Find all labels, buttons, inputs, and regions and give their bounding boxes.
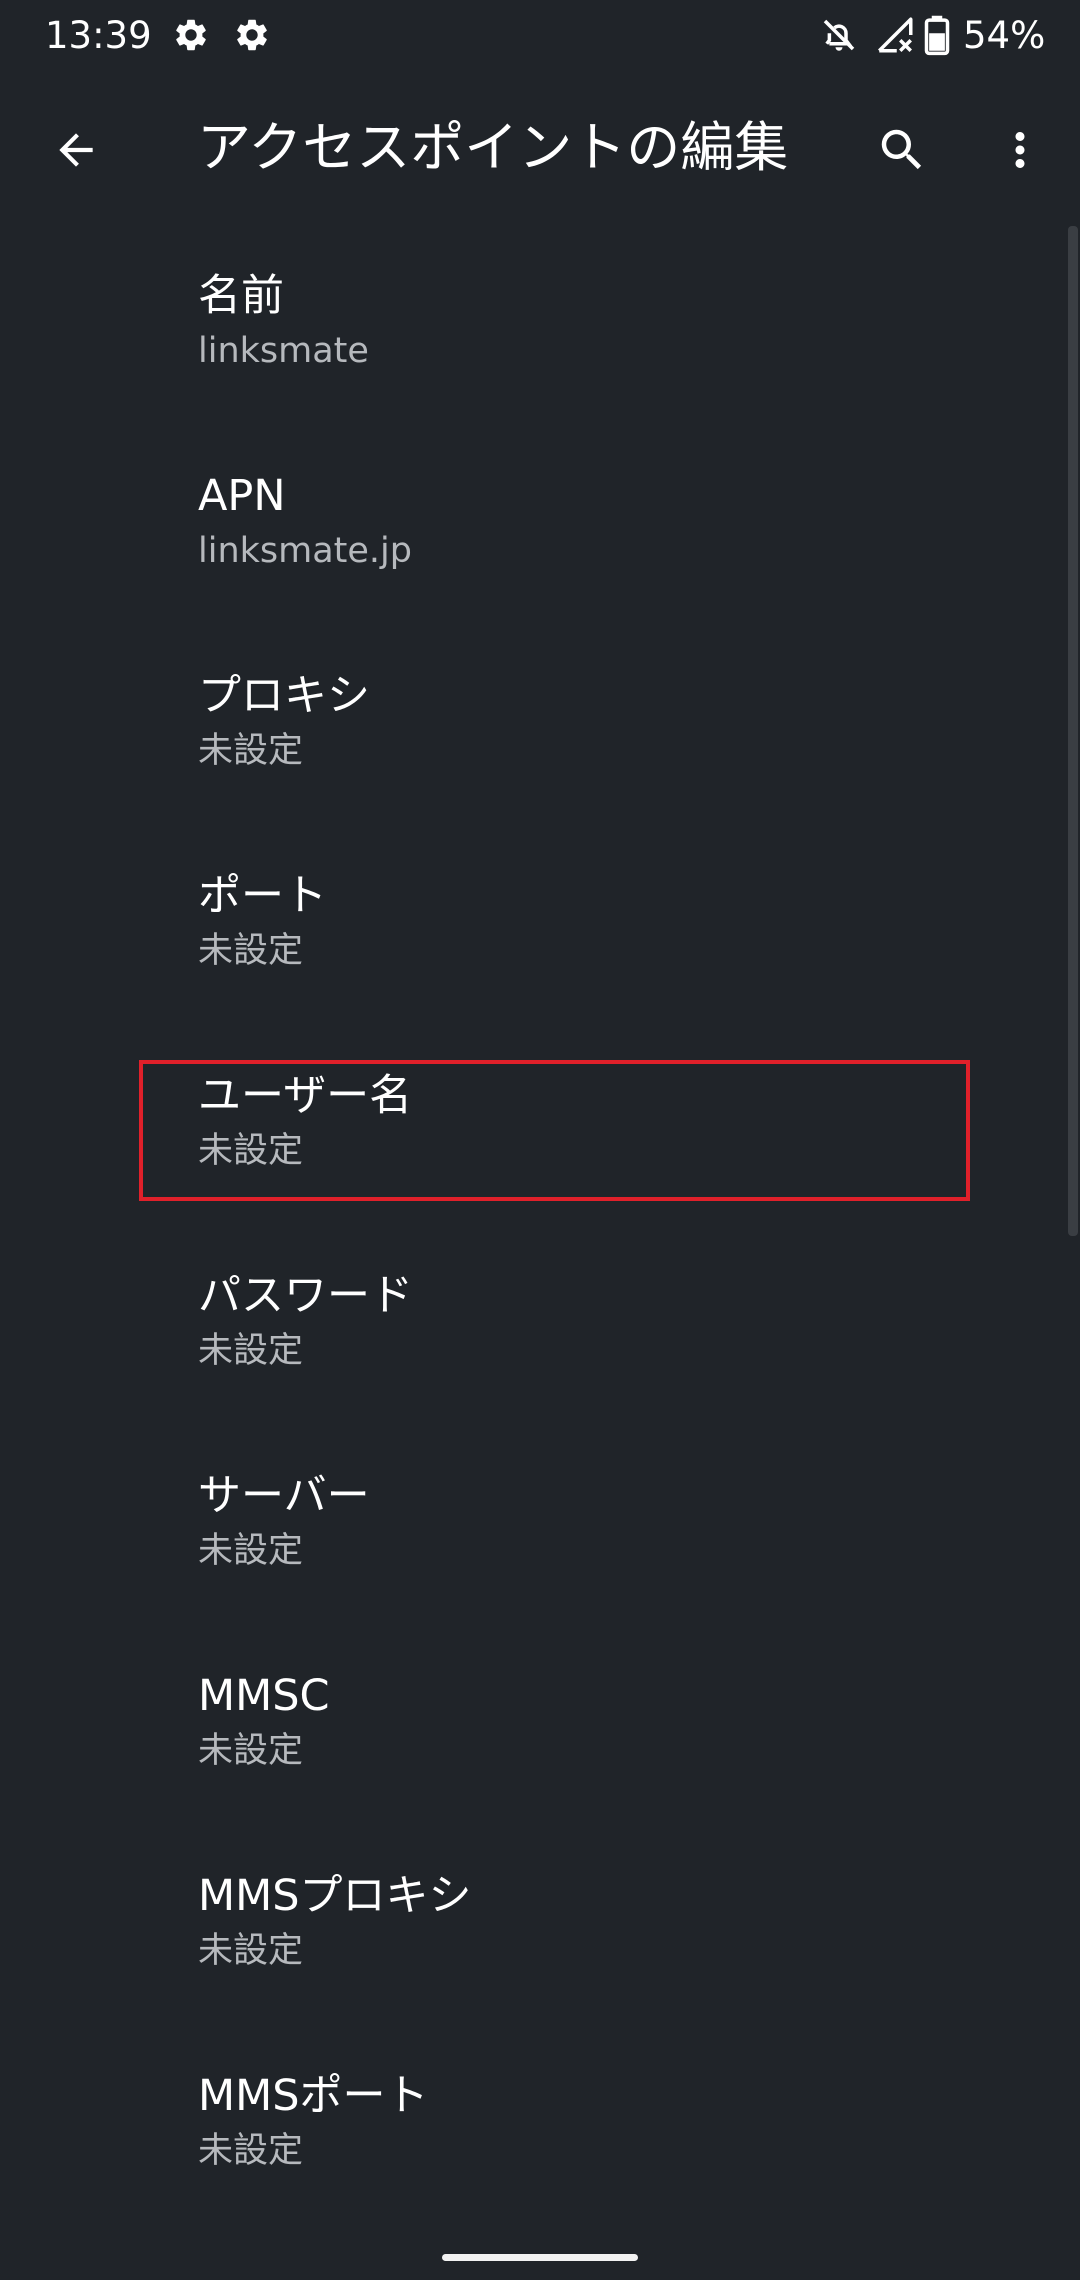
apn-settings-list: 名前 linksmate APN linksmate.jp プロキシ 未設定 ポ…	[0, 224, 1080, 2224]
pref-summary: 未設定	[198, 1931, 304, 1971]
pref-title: 名前	[198, 271, 284, 321]
pref-port[interactable]: ポート 未設定	[0, 824, 1070, 1024]
pref-proxy[interactable]: プロキシ 未設定	[0, 624, 1070, 824]
pref-title: ポート	[198, 871, 327, 921]
pref-password[interactable]: パスワード 未設定	[0, 1224, 1070, 1424]
gear-icon	[172, 16, 210, 54]
pref-summary: 未設定	[198, 931, 304, 971]
gesture-nav-handle[interactable]	[442, 2254, 638, 2261]
battery-icon	[920, 14, 954, 56]
more-options-button[interactable]	[978, 110, 1062, 194]
pref-mms-port[interactable]: MMSポート 未設定	[0, 2024, 1070, 2224]
pref-title: APN	[198, 471, 286, 521]
gear-icon	[233, 16, 271, 54]
highlight-box	[139, 1060, 970, 1201]
notifications-off-icon	[818, 14, 860, 56]
pref-summary: 未設定	[198, 1331, 304, 1371]
pref-title: MMSポート	[198, 2071, 429, 2121]
pref-server[interactable]: サーバー 未設定	[0, 1424, 1070, 1624]
pref-title: MMSプロキシ	[198, 1871, 472, 1921]
pref-summary: 未設定	[198, 1731, 304, 1771]
pref-summary: 未設定	[198, 1531, 304, 1571]
pref-name[interactable]: 名前 linksmate	[0, 224, 1070, 424]
arrow-back-icon	[51, 125, 101, 179]
pref-summary: linksmate	[198, 331, 369, 371]
status-bar: 13:39 54%	[0, 0, 1080, 72]
more-vert-icon	[993, 123, 1047, 181]
pref-summary: 未設定	[198, 731, 304, 771]
pref-title: パスワード	[198, 1271, 413, 1321]
pref-summary: linksmate.jp	[198, 531, 412, 571]
search-button[interactable]	[860, 110, 944, 194]
status-time: 13:39	[45, 14, 152, 57]
pref-mmsc[interactable]: MMSC 未設定	[0, 1624, 1070, 1824]
pref-title: プロキシ	[198, 671, 370, 721]
back-button[interactable]	[36, 112, 116, 192]
pref-title: MMSC	[198, 1671, 330, 1721]
app-bar: アクセスポイントの編集	[0, 72, 1080, 224]
pref-mms-proxy[interactable]: MMSプロキシ 未設定	[0, 1824, 1070, 2024]
page-title: アクセスポイントの編集	[197, 116, 789, 179]
search-icon	[875, 123, 929, 181]
signal-no-service-icon	[874, 14, 916, 56]
pref-summary: 未設定	[198, 2131, 304, 2171]
pref-title: サーバー	[198, 1471, 370, 1521]
pref-apn[interactable]: APN linksmate.jp	[0, 424, 1070, 624]
battery-percent: 54%	[963, 14, 1046, 57]
scrollbar[interactable]	[1068, 226, 1078, 1236]
